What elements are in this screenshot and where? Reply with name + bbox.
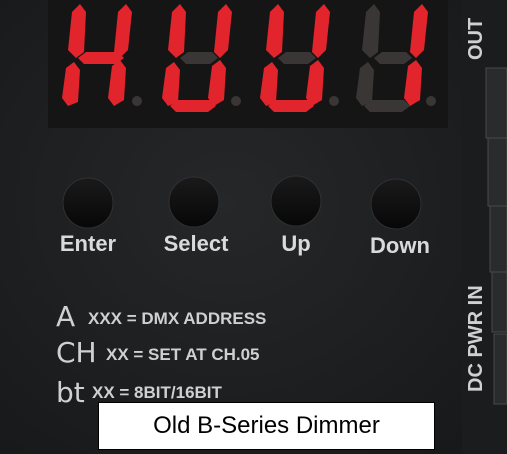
caption-text: Old B-Series Dimmer <box>153 412 380 439</box>
up-button-label: Up <box>281 231 310 256</box>
legend-text: XX = 8BIT/16BIT <box>92 383 223 402</box>
legend-text: XX = SET AT CH.05 <box>106 345 260 364</box>
enter-button-label: Enter <box>60 231 117 256</box>
connector-strip: OUT DC PWR IN <box>462 0 507 454</box>
out-label: OUT <box>465 18 487 60</box>
led-display <box>48 0 448 128</box>
legend-code: A <box>56 300 75 333</box>
legend-text: XXX = DMX ADDRESS <box>88 309 266 328</box>
down-button-label: Down <box>370 233 430 258</box>
caption-box: Old B-Series Dimmer <box>98 402 435 450</box>
legend-code: CH <box>56 336 97 369</box>
dc-power-in-label: DC PWR IN <box>465 285 487 392</box>
enter-button[interactable]: Enter <box>60 177 117 256</box>
dimmer-photo: OUT DC PWR IN Enter Select Up Down A XXX… <box>0 0 507 454</box>
legend-code: bt <box>56 376 85 409</box>
select-button-label: Select <box>164 231 229 256</box>
